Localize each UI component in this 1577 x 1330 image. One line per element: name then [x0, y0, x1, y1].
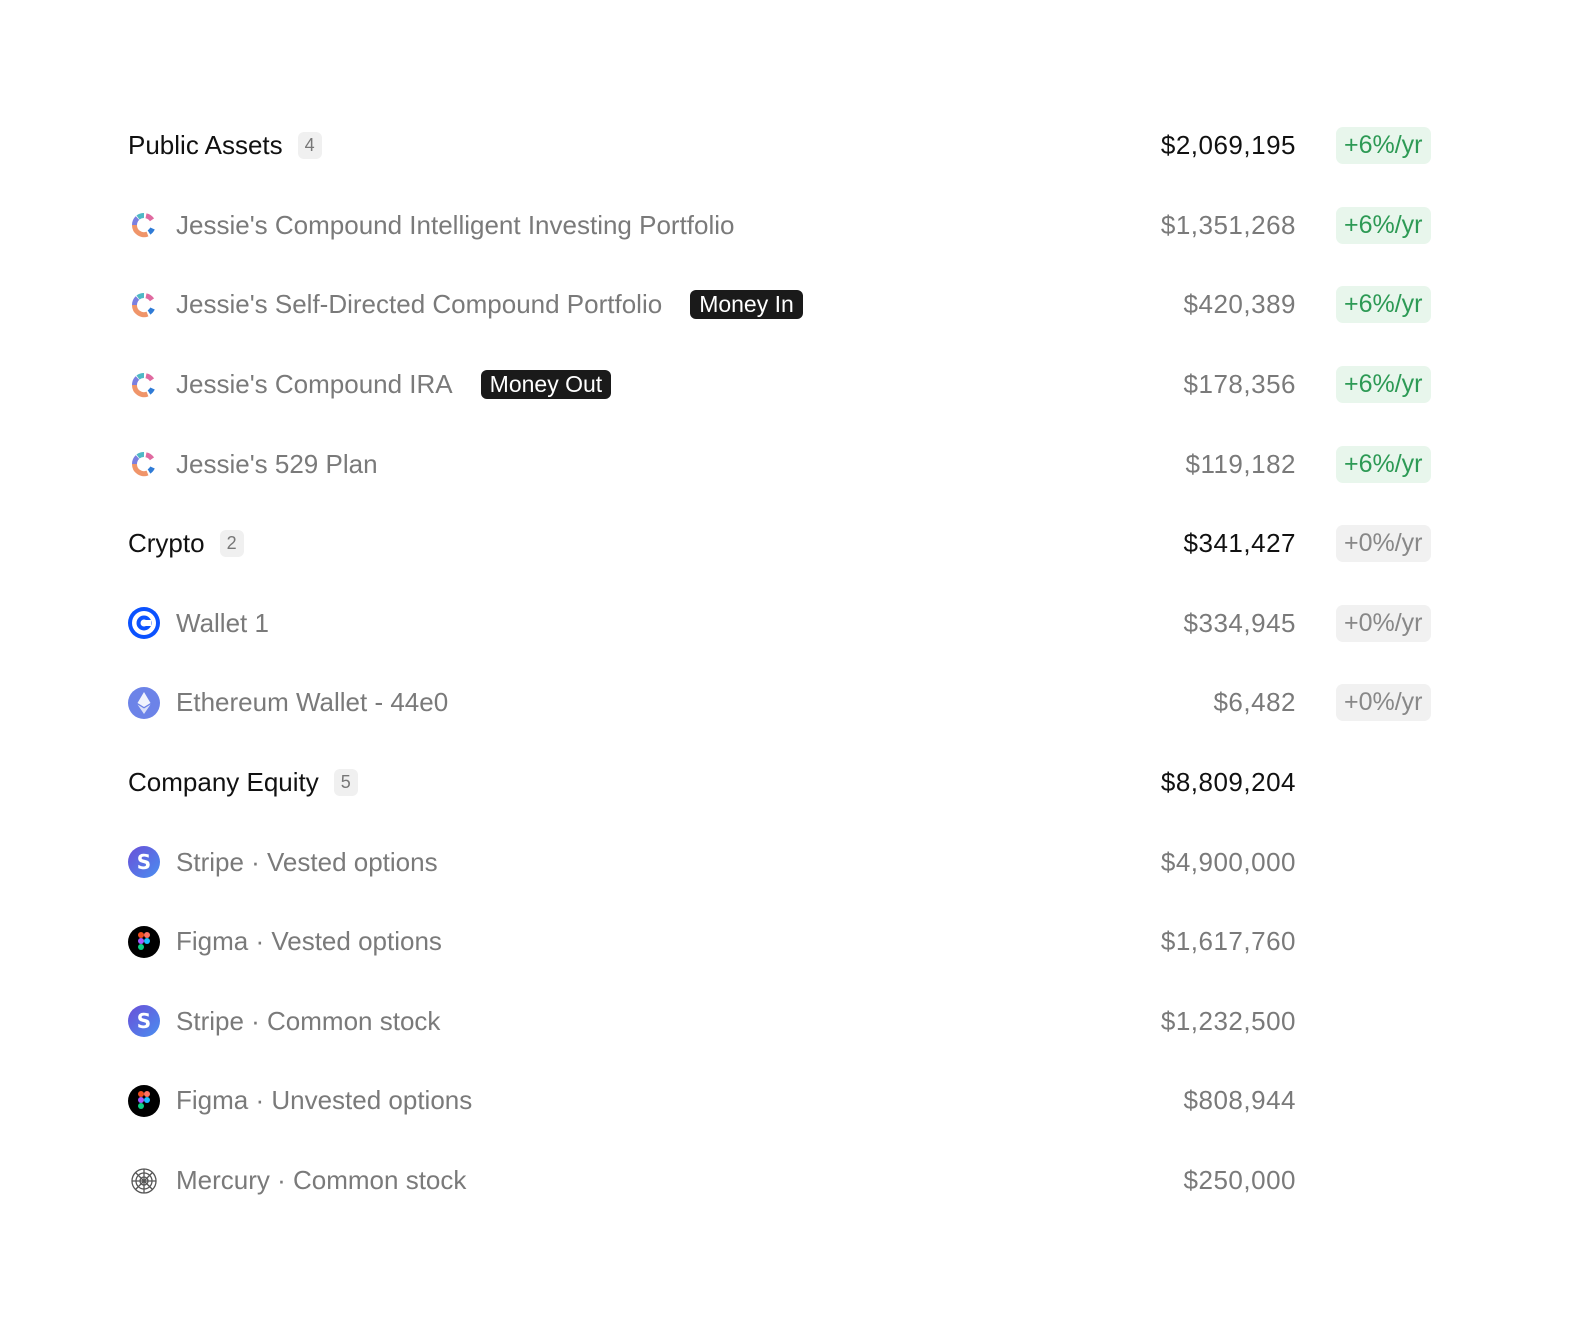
- group-name-wrap: Public Assets 4: [128, 130, 322, 161]
- account-name-wrap: Mercury · Common stock: [128, 1165, 466, 1197]
- account-row[interactable]: Jessie's 529 Plan $119,182 +6%/yr: [128, 424, 1448, 504]
- account-name: Figma · Unvested options: [176, 1085, 472, 1116]
- account-name-wrap: Wallet 1: [128, 607, 269, 639]
- account-name-wrap: Figma · Unvested options: [128, 1085, 472, 1117]
- account-name: Mercury · Common stock: [176, 1165, 466, 1196]
- svg-text:S: S: [137, 850, 151, 874]
- growth-rate-badge: +0%/yr: [1336, 605, 1431, 642]
- account-row[interactable]: Mercury · Common stock $250,000: [128, 1141, 1448, 1221]
- account-row[interactable]: S Stripe · Common stock $1,232,500: [128, 982, 1448, 1062]
- account-name: Jessie's Self-Directed Compound Portfoli…: [176, 289, 662, 320]
- account-name-wrap: Figma · Vested options: [128, 926, 442, 958]
- account-row[interactable]: Figma · Unvested options $808,944: [128, 1061, 1448, 1141]
- coinbase-logo-icon: [128, 607, 160, 639]
- account-amount: $1,351,268: [1161, 210, 1296, 241]
- account-name-wrap: Jessie's Compound IRA Money Out: [128, 369, 611, 401]
- account-amount: $808,944: [1184, 1085, 1296, 1116]
- account-amount: $1,617,760: [1161, 926, 1296, 957]
- account-name: Stripe · Common stock: [176, 1006, 440, 1037]
- growth-rate-badge: +6%/yr: [1336, 207, 1431, 244]
- account-name-wrap: S Stripe · Vested options: [128, 846, 438, 878]
- compound-logo-icon: [128, 369, 160, 401]
- account-name: Ethereum Wallet - 44e0: [176, 687, 448, 718]
- account-name-wrap: Ethereum Wallet - 44e0: [128, 687, 448, 719]
- account-amount: $1,232,500: [1161, 1006, 1296, 1037]
- stripe-logo-icon: S: [128, 846, 160, 878]
- figma-logo-icon: [128, 926, 160, 958]
- growth-rate-badge: +0%/yr: [1336, 525, 1431, 562]
- account-name: Jessie's Compound IRA: [176, 369, 453, 400]
- group-count-badge: 5: [334, 769, 358, 796]
- status-tag: Money In: [690, 290, 803, 319]
- account-amount: $334,945: [1184, 608, 1296, 639]
- account-amount: $178,356: [1184, 369, 1296, 400]
- stripe-logo-icon: S: [128, 1005, 160, 1037]
- account-name-wrap: Jessie's Compound Intelligent Investing …: [128, 209, 735, 241]
- account-row[interactable]: Jessie's Self-Directed Compound Portfoli…: [128, 265, 1448, 345]
- status-tag: Money Out: [481, 370, 612, 399]
- growth-rate-badge: +6%/yr: [1336, 366, 1431, 403]
- account-amount: $250,000: [1184, 1165, 1296, 1196]
- account-name-wrap: Jessie's Self-Directed Compound Portfoli…: [128, 289, 803, 321]
- account-row[interactable]: S Stripe · Vested options $4,900,000: [128, 822, 1448, 902]
- account-row[interactable]: Jessie's Compound IRA Money Out $178,356 +6…: [128, 345, 1448, 425]
- group-count-badge: 4: [298, 132, 322, 159]
- group-total-amount: $2,069,195: [1161, 130, 1296, 161]
- svg-text:S: S: [137, 1009, 151, 1033]
- account-name: Jessie's Compound Intelligent Investing …: [176, 210, 735, 241]
- compound-logo-icon: [128, 209, 160, 241]
- group-total-amount: $341,427: [1184, 528, 1296, 559]
- account-name-wrap: Jessie's 529 Plan: [128, 448, 378, 480]
- account-row[interactable]: Figma · Vested options $1,617,760: [128, 902, 1448, 982]
- compound-logo-icon: [128, 448, 160, 480]
- account-name: Jessie's 529 Plan: [176, 449, 378, 480]
- growth-rate-badge: +6%/yr: [1336, 446, 1431, 483]
- account-amount: $4,900,000: [1161, 847, 1296, 878]
- account-amount: $420,389: [1184, 289, 1296, 320]
- group-title: Company Equity: [128, 767, 319, 798]
- account-name: Figma · Vested options: [176, 926, 442, 957]
- account-row[interactable]: Jessie's Compound Intelligent Investing …: [128, 186, 1448, 266]
- growth-rate-badge: +0%/yr: [1336, 684, 1431, 721]
- group-title: Crypto: [128, 528, 205, 559]
- account-name: Stripe · Vested options: [176, 847, 438, 878]
- asset-list: Public Assets4$2,069,195+6%/yrJessie's C…: [128, 106, 1448, 1220]
- group-header[interactable]: Public Assets 4 $2,069,195 +6%/yr: [128, 106, 1448, 186]
- figma-logo-icon: [128, 1085, 160, 1117]
- account-name: Wallet 1: [176, 608, 269, 639]
- account-amount: $119,182: [1185, 449, 1296, 480]
- account-row[interactable]: Ethereum Wallet - 44e0 $6,482 +0%/yr: [128, 663, 1448, 743]
- growth-rate-badge: +6%/yr: [1336, 127, 1431, 164]
- group-total-amount: $8,809,204: [1161, 767, 1296, 798]
- growth-rate-badge: +6%/yr: [1336, 286, 1431, 323]
- group-count-badge: 2: [220, 530, 244, 557]
- compound-logo-icon: [128, 289, 160, 321]
- group-name-wrap: Company Equity 5: [128, 767, 358, 798]
- group-name-wrap: Crypto 2: [128, 528, 244, 559]
- group-header[interactable]: Crypto 2 $341,427 +0%/yr: [128, 504, 1448, 584]
- mercury-logo-icon: [128, 1165, 160, 1197]
- group-header[interactable]: Company Equity 5 $8,809,204: [128, 743, 1448, 823]
- group-title: Public Assets: [128, 130, 283, 161]
- ethereum-logo-icon: [128, 687, 160, 719]
- account-name-wrap: S Stripe · Common stock: [128, 1005, 440, 1037]
- account-amount: $6,482: [1213, 687, 1296, 718]
- account-row[interactable]: Wallet 1 $334,945 +0%/yr: [128, 584, 1448, 664]
